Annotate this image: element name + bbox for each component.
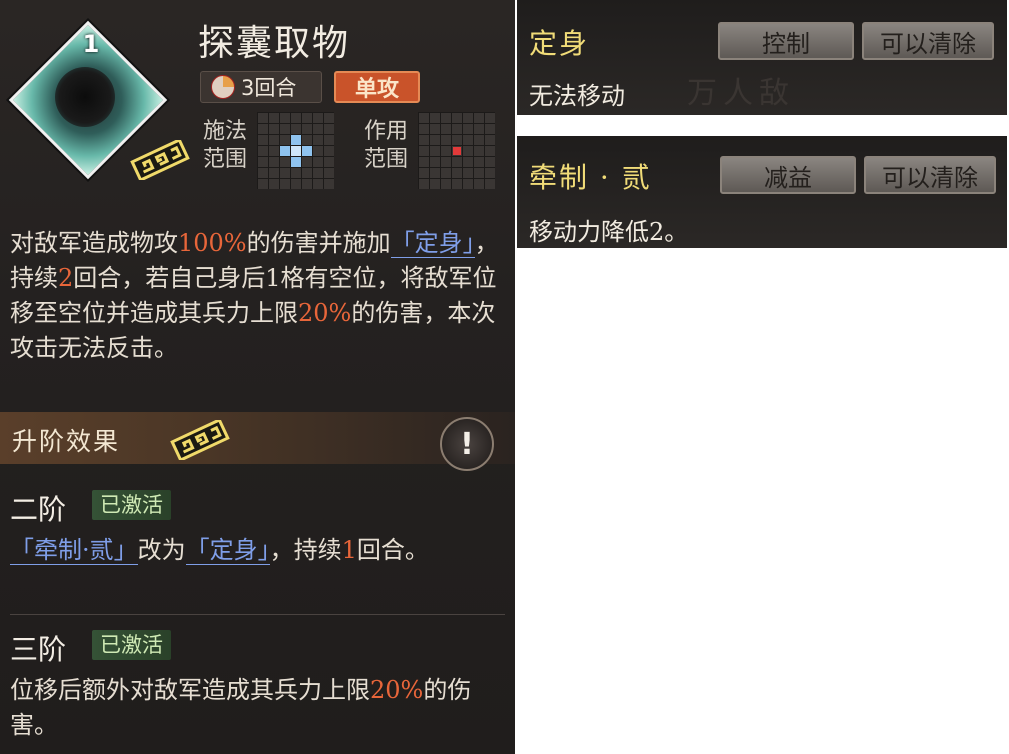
skill-icon: 1 xyxy=(8,20,190,180)
cast-range-label: 施法 范围 xyxy=(203,118,247,174)
cast-cell xyxy=(291,135,301,145)
status-tooltip-qianzhi: 牵制 · 贰 减益 可以清除 移动力降低2。 xyxy=(517,136,1007,248)
skill-description: 对敌军造成物攻100%的伤害并施加「定身」，持续2回合，若自己身后1格有空位，将… xyxy=(10,229,499,362)
tier3-damage-percent: 20% xyxy=(370,676,424,704)
tier2-title: 二阶 xyxy=(10,493,67,526)
cast-cell-center xyxy=(291,146,301,156)
duration-value: 2 xyxy=(58,264,74,292)
exclamation-icon: ! xyxy=(460,426,474,462)
effect-cell xyxy=(453,147,461,155)
gold-cloud-emblem-icon xyxy=(130,140,190,180)
tier-divider xyxy=(10,614,505,615)
upgrade-section-header: 升阶效果 ! xyxy=(0,412,515,471)
tier3-activated-badge: 已激活 xyxy=(92,630,171,660)
cast-cell xyxy=(302,146,312,156)
status-description: 无法移动 xyxy=(529,82,625,110)
max-troop-percent: 20% xyxy=(298,299,352,327)
effect-range-label: 作用 范围 xyxy=(364,118,408,174)
keyword-link-dingshen[interactable]: 「定身」 xyxy=(185,536,270,565)
cast-range-label-line1: 施法 xyxy=(203,119,248,144)
cast-range-label-line2: 范围 xyxy=(203,147,248,172)
status-clearable-tag: 可以清除 xyxy=(864,156,996,194)
tier2-description: 「牵制·贰」改为「定身」，持续1回合。 xyxy=(10,536,429,565)
skill-level: 1 xyxy=(82,30,100,58)
skill-panel: 1 探囊取物 3回合 单攻 施法 范围 作用 范围 对敌军造成物攻100%的伤害… xyxy=(0,0,515,754)
tier2-activated-badge: 已激活 xyxy=(92,490,171,520)
effect-range-grid xyxy=(418,112,495,189)
cast-cell xyxy=(291,157,301,167)
info-exclamation-button[interactable]: ! xyxy=(440,417,494,471)
keyword-link-dingshen[interactable]: 「定身」 xyxy=(390,229,475,258)
cooldown-pie-icon xyxy=(211,75,235,99)
tier3-title: 三阶 xyxy=(10,633,67,666)
cast-cell xyxy=(280,146,290,156)
upgrade-section-title: 升阶效果 xyxy=(12,427,121,456)
gold-cloud-emblem-icon xyxy=(170,420,230,460)
tier2-duration-value: 1 xyxy=(341,536,357,564)
watermark-text: 万人敌 xyxy=(687,76,795,111)
effect-range-label-line2: 范围 xyxy=(364,147,409,172)
tier3-description: 位移后额外对敌军造成其兵力上限20%的伤害。 xyxy=(10,676,472,739)
effect-range-label-line1: 作用 xyxy=(364,119,409,144)
status-tooltip-dingshen: 万人敌 定身 控制 可以清除 无法移动 xyxy=(517,0,1007,115)
skill-name: 探囊取物 xyxy=(198,23,351,64)
rounds-tag-label: 3回合 xyxy=(241,76,297,100)
keyword-link-qianzhi[interactable]: 「牵制·贰」 xyxy=(10,536,138,565)
status-category-tag: 控制 xyxy=(718,22,854,60)
status-name: 定身 xyxy=(529,27,590,60)
skill-header: 1 探囊取物 3回合 单攻 施法 范围 作用 范围 xyxy=(0,0,515,208)
rounds-tag: 3回合 xyxy=(200,71,322,103)
skill-icon-art xyxy=(55,67,115,127)
cast-range-grid xyxy=(257,112,334,189)
attack-type-tag: 单攻 xyxy=(334,71,420,103)
damage-percent: 100% xyxy=(178,229,247,257)
status-category-tag: 减益 xyxy=(720,156,856,194)
status-name: 牵制 · 贰 xyxy=(529,161,652,194)
status-clearable-tag: 可以清除 xyxy=(862,22,994,60)
status-description: 移动力降低2。 xyxy=(529,218,689,246)
